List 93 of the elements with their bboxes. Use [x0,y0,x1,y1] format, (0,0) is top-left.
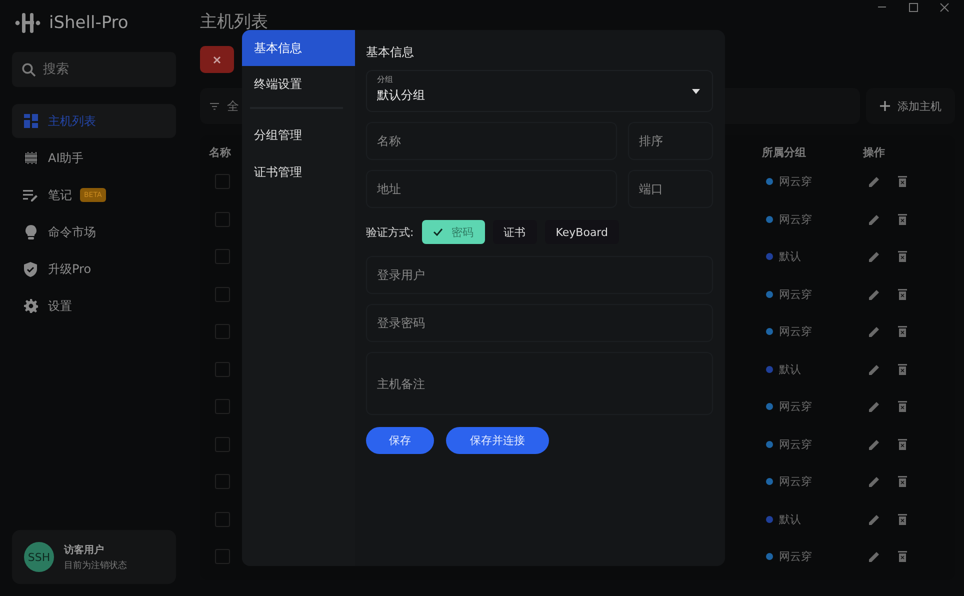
group-select[interactable]: 分组 默认分组 [366,70,713,112]
nav-item[interactable]: 分组管理 [242,117,355,154]
trash-icon[interactable] [898,364,907,375]
input-field[interactable]: 名称 [366,122,617,160]
settings-icon [24,299,38,313]
input-field[interactable]: 登录用户 [366,256,713,294]
page-title: 主机列表 [200,11,268,33]
nav-tab[interactable]: 终端设置 [242,66,355,103]
group-name: 网云穿 [779,474,812,490]
column-header: 名称 [209,144,232,160]
user-name: 访客用户 [64,543,105,556]
save-button[interactable]: 保存 [366,427,434,454]
column-header: 操作 [863,144,886,160]
column-header: 所属分组 [762,144,807,160]
trash-icon[interactable] [898,551,907,562]
input-field[interactable]: 地址 [366,170,617,208]
row-checkbox[interactable] [215,474,230,490]
row-checkbox[interactable] [215,512,230,527]
check-icon [432,228,443,236]
trash-icon[interactable] [898,326,907,338]
notes-icon [23,188,38,202]
auth-option[interactable]: 证书 [492,220,537,244]
group-name: 网云穿 [779,212,812,227]
save-connect-button[interactable]: 保存并连接 [446,427,549,454]
sidebar-item[interactable]: 命令市场 [12,215,176,249]
edit-icon[interactable] [869,551,880,562]
row-checkbox[interactable] [215,549,230,564]
row-checkbox[interactable] [215,249,230,264]
row-checkbox[interactable] [215,399,230,414]
bulb-icon [24,224,36,240]
close-icon[interactable] [940,3,949,12]
search-icon [22,63,36,77]
user-avatar: SSH [24,542,54,572]
group-name: 网云穿 [779,286,812,302]
shield-icon [24,262,37,276]
edit-icon[interactable] [869,326,880,338]
input-field[interactable]: 主机备注 [366,352,713,415]
trash-icon[interactable] [898,476,907,488]
group-name: 网云穿 [779,324,812,340]
plus-icon [880,101,890,111]
user-card[interactable]: SSH 访客用户 目前为注销状态 [12,530,176,584]
group-name: 网云穿 [779,549,812,564]
edit-icon[interactable] [869,514,880,525]
section-title: 基本信息 [366,44,415,61]
trash-icon[interactable] [898,214,907,225]
delete-button[interactable] [200,46,234,73]
nav-item[interactable]: 证书管理 [242,154,355,191]
group-name: 网云穿 [779,399,812,414]
row-checkbox[interactable] [215,286,230,302]
row-checkbox[interactable] [215,362,230,377]
nav-tab[interactable]: 基本信息 [242,30,355,66]
input-field[interactable]: 端口 [628,170,713,208]
row-checkbox[interactable] [215,324,230,340]
filter-icon [210,102,219,110]
trash-icon[interactable] [898,251,907,262]
row-checkbox[interactable] [215,174,230,190]
trash-icon[interactable] [898,401,907,412]
user-status: 目前为注销状态 [64,560,127,572]
edit-icon[interactable] [869,401,880,412]
caret-icon [692,89,700,94]
input-field[interactable]: 登录密码 [366,304,713,342]
filter-label: 全 [227,98,239,114]
trash-icon[interactable] [898,438,907,450]
group-name: 默认 [779,362,801,377]
row-checkbox[interactable] [215,212,230,227]
close-icon [213,56,221,64]
grid-icon [24,114,38,128]
trash-icon[interactable] [898,514,907,525]
sidebar-item[interactable]: 设置 [12,289,176,323]
auth-option[interactable]: KeyBoard [544,220,619,244]
edit-icon[interactable] [869,476,880,488]
trash-icon[interactable] [898,288,907,300]
edit-icon[interactable] [869,364,880,375]
edit-icon[interactable] [869,288,880,300]
edit-icon[interactable] [869,251,880,262]
logo-icon [15,11,41,35]
app-name: iShell-Pro [49,13,128,33]
edit-icon[interactable] [869,176,880,188]
group-name: 网云穿 [779,436,812,452]
edit-icon[interactable] [869,214,880,225]
sidebar-item[interactable]: 升级Pro [12,252,176,286]
group-name: 默认 [779,512,801,527]
add-host-button[interactable]: 添加主机 [866,88,955,124]
sidebar-item[interactable]: AI助手 [12,141,176,175]
group-name: 网云穿 [779,174,812,190]
maximize-icon[interactable] [909,3,918,12]
edit-icon[interactable] [869,438,880,450]
row-checkbox[interactable] [215,436,230,452]
group-name: 默认 [779,249,801,264]
trash-icon[interactable] [898,176,907,188]
auth-label: 验证方式: [366,224,414,240]
input-field[interactable]: 排序 [628,122,713,160]
search-field[interactable]: 搜索 [12,52,176,87]
